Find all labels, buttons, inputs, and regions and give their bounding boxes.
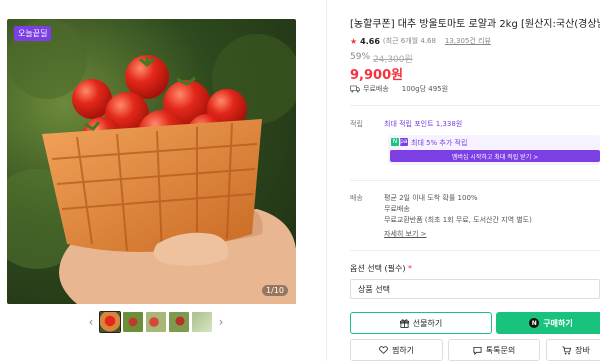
delivery-detail-link[interactable]: 자세히 보기 > [384, 229, 532, 240]
cart-icon [562, 345, 572, 354]
gift-button-label: 선물하기 [412, 318, 443, 328]
option-select[interactable]: 상품 선택 [350, 279, 600, 299]
membership-point-box: N pay 최대 5% 추가 적립 멤버십 시작하고 최대 적립 받기 > [388, 135, 600, 165]
naver-pay-icon: N [529, 318, 540, 328]
gift-button[interactable]: 선물하기 [350, 312, 492, 334]
option-label-text: 옵션 선택 (필수) [350, 264, 406, 273]
shipping-row: 무료배송 100g당 495원 [350, 84, 448, 94]
section-divider [350, 105, 600, 106]
delivery-free: 무료배송 [384, 205, 410, 213]
required-mark: * [408, 264, 413, 273]
unit-price: 100g당 495원 [401, 85, 449, 93]
thumbnail-1[interactable] [99, 311, 121, 333]
rating-row: ★ 4.66 (최근 6개월 4.68 13,305건 리뷰 [350, 36, 491, 46]
star-icon: ★ [350, 36, 358, 46]
thumbnail-3[interactable] [146, 312, 166, 332]
heart-icon [379, 346, 388, 354]
cart-button[interactable]: 장바 [546, 339, 600, 361]
shipping-label: 무료배송 [363, 85, 389, 93]
gift-icon [399, 318, 409, 328]
delivery-info: 평균 2일 이내 도착 확률 100% 무료배송 무료교환반품 (최초 1회 무… [384, 193, 532, 240]
max-point-text: 최대 적립 포인트 1,338원 [384, 120, 463, 128]
main-product-image[interactable]: 오늘끝딜 1/10 [7, 19, 296, 304]
points-label: 적립 [350, 120, 363, 128]
delivery-label: 배송 [350, 194, 363, 202]
rating-score: 4.66 [360, 36, 380, 46]
wish-button-label: 찜하기 [391, 345, 415, 355]
sale-price: 9,900원 [350, 68, 404, 83]
thumbnail-5[interactable] [192, 312, 212, 332]
buy-button-label: 구매하기 [543, 318, 573, 328]
talktalk-button[interactable]: 톡톡문의 [448, 339, 540, 361]
extra-point-text: 최대 5% 추가 적립 [411, 139, 468, 147]
section-divider [350, 250, 600, 251]
today-deal-badge: 오늘끝딜 [14, 26, 52, 41]
pay-badge: pay [400, 138, 412, 146]
chat-icon [473, 346, 482, 355]
chevron-left-icon[interactable]: ‹ [85, 315, 97, 329]
thumbnail-strip: ‹ › [85, 311, 227, 333]
cart-button-label: 장바 [575, 345, 590, 355]
thumbnail-2[interactable] [123, 312, 143, 332]
rating-note: (최근 6개월 4.68 [382, 37, 436, 45]
membership-join-button[interactable]: 멤버십 시작하고 최대 적립 받기 > [390, 150, 600, 162]
wish-button[interactable]: 찜하기 [350, 339, 443, 361]
review-count-link[interactable]: 13,305건 리뷰 [445, 36, 491, 46]
naver-badge: N [391, 138, 399, 146]
section-divider [350, 180, 600, 181]
tomato-basket-illustration [7, 19, 296, 304]
image-counter: 1/10 [262, 285, 288, 296]
delivery-arrival: 평균 2일 이내 도착 확률 100% [384, 194, 478, 202]
talktalk-button-label: 톡톡문의 [485, 345, 516, 355]
chevron-right-icon[interactable]: › [215, 315, 227, 329]
product-title: [농할쿠폰] 대추 방울토마토 로얄과 2kg [원산지:국산(경상남 [350, 19, 600, 30]
buy-button[interactable]: N 구매하기 [496, 312, 600, 334]
product-info-panel: [농할쿠폰] 대추 방울토마토 로얄과 2kg [원산지:국산(경상남 ★ 4.… [350, 0, 600, 361]
option-label: 옵션 선택 (필수) * [350, 263, 412, 274]
thumbnail-4[interactable] [169, 312, 189, 332]
truck-icon [350, 85, 360, 93]
delivery-return: 무료교환반품 (최초 1회 무료, 도서산간 지역 별도) [384, 216, 532, 224]
column-divider [326, 0, 327, 361]
